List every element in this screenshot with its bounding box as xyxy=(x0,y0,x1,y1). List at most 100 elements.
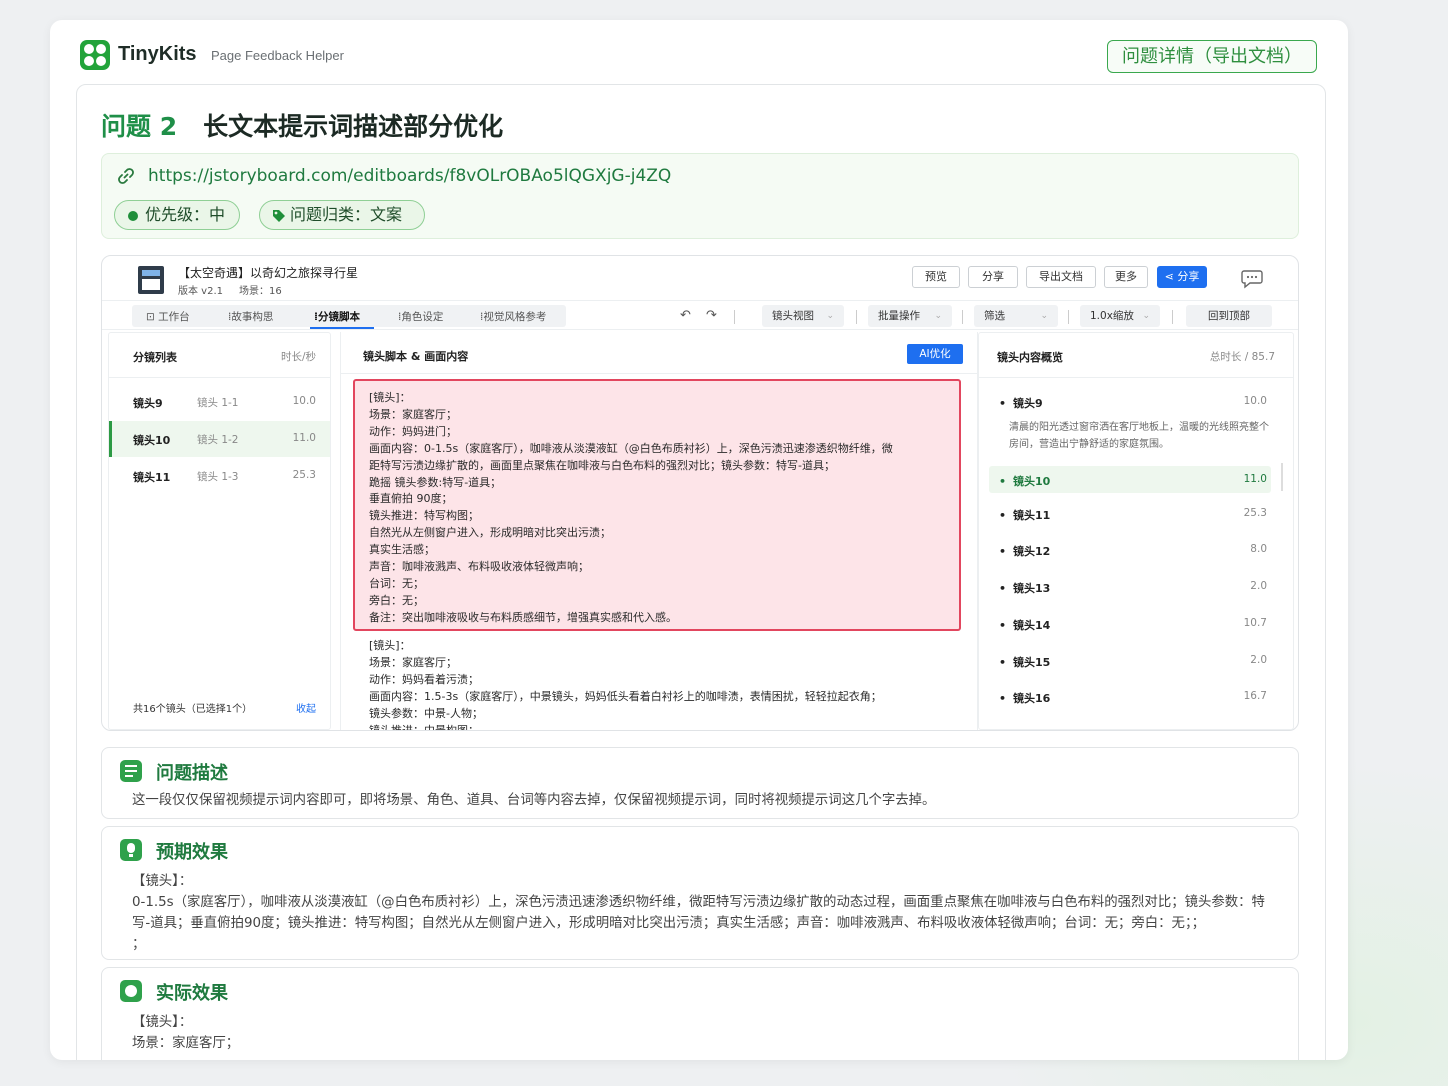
toolbar-divider xyxy=(734,310,735,324)
shot-list-row-selected[interactable]: 镜头10 镜头 1-2 11.0 xyxy=(109,421,330,457)
overview-item-name[interactable]: 镜头14 xyxy=(999,617,1050,633)
script-line: [镜头]： xyxy=(369,639,411,652)
expected-result-section: 预期效果 【镜头】： 0-1.5s（家庭客厅），咖啡液从淡漠液缸（@白色布质衬衫… xyxy=(101,826,1299,960)
target-icon xyxy=(120,980,142,1002)
undo-icon[interactable]: ↶ xyxy=(680,308,691,323)
divider xyxy=(979,377,1293,378)
script-line: 距特写污渍边缘扩散的，画面里点聚焦在咖啡液与白色布料的强烈对比；镜头参数：特写-… xyxy=(369,458,835,472)
tab-storyboard-label: 分镜脚本 xyxy=(318,311,360,323)
shot-row-index: 镜头 1-1 xyxy=(197,397,239,409)
shot-row-duration: 10.0 xyxy=(292,395,316,407)
overview-item-name[interactable]: 镜头15 xyxy=(999,654,1050,670)
overview-item-duration: 2.0 xyxy=(1250,580,1267,592)
overview-item-name[interactable]: 镜头13 xyxy=(999,580,1050,596)
project-scene-count: 场景：16 xyxy=(239,286,282,297)
overview-item-name[interactable]: 镜头16 xyxy=(999,690,1050,706)
overview-item-name[interactable]: 镜头10 xyxy=(999,473,1050,489)
more-button[interactable]: 更多 xyxy=(1104,266,1148,288)
shot-list-row[interactable]: 镜头9 镜头 1-1 10.0 xyxy=(109,384,330,420)
overview-item-duration: 8.0 xyxy=(1250,543,1267,555)
overview-item-duration: 11.0 xyxy=(1243,473,1267,485)
batch-operation-select[interactable]: 批量操作 ⌄ xyxy=(868,305,952,327)
actual-result-section: 实际效果 【镜头】： 场景：家庭客厅； xyxy=(101,967,1299,1060)
top-bar: TinyKits Page Feedback Helper 问题详情（导出文档） xyxy=(50,20,1348,84)
priority-dot-icon xyxy=(128,211,138,221)
tab-storyboard[interactable]: ⁞分镜脚本 xyxy=(314,309,360,324)
divider xyxy=(109,377,330,378)
ai-optimize-button[interactable]: AI优化 xyxy=(907,344,963,364)
project-meta: 版本 v2.1 场景：16 xyxy=(178,282,298,297)
script-line: 自然光从左侧窗户进入，形成明暗对比突出污渍； xyxy=(369,526,611,540)
shot-view-select[interactable]: 镜头视图 ⌄ xyxy=(762,305,844,327)
expected-result-body: 【镜头】： 0-1.5s（家庭客厅），咖啡液从淡漠液缸（@白色布质衬衫）上，深色… xyxy=(132,871,1272,955)
shot-count-summary: 共16个镜头（已选择1个） xyxy=(133,704,253,715)
project-version: 版本 v2.1 xyxy=(178,286,223,297)
share-primary-button[interactable]: ⋖ 分享 xyxy=(1157,266,1207,288)
script-line: 动作：妈妈进门； xyxy=(369,424,457,438)
tab-story[interactable]: ⁞故事构思 xyxy=(228,309,273,324)
tab-bar: ⊡ 工作台 ⁞故事构思 ⁞分镜脚本 ⁞角色设定 ⁞视觉风格参考 ↶ ↷ 镜头视图… xyxy=(102,300,1298,330)
shot-list-duration-header: 时长/秒 xyxy=(280,351,316,363)
tab-characters[interactable]: ⁞角色设定 xyxy=(398,309,443,324)
page-screenshot: 【太空奇遇】以奇幻之旅探寻行星 版本 v2.1 场景：16 预览 分享 导出文档 … xyxy=(101,255,1299,731)
script-panel-title: 镜头脚本 & 画面内容 xyxy=(363,350,469,363)
redo-icon[interactable]: ↷ xyxy=(706,308,717,323)
shot-overview-panel: 镜头内容概览 总时长 / 85.7 镜头9 10.0 清晨的阳光透过窗帘洒在客厅… xyxy=(978,332,1294,730)
shot-list-title: 分镜列表 xyxy=(133,351,177,364)
actual-result-body: 【镜头】： 场景：家庭客厅； xyxy=(132,1012,1272,1054)
chevron-down-icon: ⌄ xyxy=(934,311,942,321)
export-doc-button[interactable]: 导出文档 xyxy=(1026,266,1096,288)
tinykits-logo-icon xyxy=(80,40,110,70)
highlighted-script-block[interactable]: [镜头]： 场景：家庭客厅； 动作：妈妈进门； 画面内容：0-1.5s（家庭客厅… xyxy=(353,379,961,631)
shot-row-duration: 11.0 xyxy=(292,432,316,444)
actual-result-title: 实际效果 xyxy=(156,983,228,1004)
script-line: 镜头参数：中景-人物； xyxy=(369,706,483,720)
script-line: 垂直俯拍 90度； xyxy=(369,492,453,506)
script-line: 场景：家庭客厅； xyxy=(369,655,457,669)
back-to-top-button[interactable]: 回到顶部 xyxy=(1186,305,1272,327)
tab-visual-style[interactable]: ⁞视觉风格参考 xyxy=(480,309,546,324)
filter-select[interactable]: 筛选 ⌄ xyxy=(974,305,1058,327)
zoom-select[interactable]: 1.0x缩放 ⌄ xyxy=(1080,305,1160,327)
tag-icon xyxy=(273,210,285,222)
overview-item-duration: 25.3 xyxy=(1243,507,1267,519)
overview-item-name[interactable]: 镜头9 xyxy=(999,395,1043,411)
zoom-label: 1.0x缩放 xyxy=(1090,310,1134,322)
shot-row-name: 镜头11 xyxy=(133,471,171,484)
issue-detail-export-button[interactable]: 问题详情（导出文档） xyxy=(1107,40,1317,73)
overview-item-name[interactable]: 镜头11 xyxy=(999,507,1050,523)
chevron-down-icon: ⌄ xyxy=(1040,311,1048,321)
problem-description-body: 这一段仅仅保留视频提示词内容即可，即将场景、角色、道具、台词等内容去掉，仅保留视… xyxy=(132,793,936,808)
script-block[interactable]: [镜头]： 场景：家庭客厅； 动作：妈妈看着污渍； 画面内容：1.5-3s（家庭… xyxy=(369,638,959,730)
shot-list-row[interactable]: 镜头11 镜头 1-3 25.3 xyxy=(109,458,330,494)
issue-title-row: 问题 2 长文本提示词描述部分优化 xyxy=(101,107,503,143)
expected-line: 【镜头】： xyxy=(132,874,193,889)
batch-operation-label: 批量操作 xyxy=(878,310,920,322)
link-icon xyxy=(118,168,134,184)
chevron-down-icon: ⌄ xyxy=(826,311,834,321)
project-title: 【太空奇遇】以奇幻之旅探寻行星 xyxy=(178,266,359,280)
problem-description-title: 问题描述 xyxy=(156,763,228,784)
script-line: 镜头推进：特写构图； xyxy=(369,509,479,523)
comment-icon[interactable] xyxy=(1240,266,1264,290)
issue-meta-box: https://jstoryboard.com/editboards/f8vOL… xyxy=(101,153,1299,239)
document-list-icon xyxy=(120,760,142,782)
share-primary-label: 分享 xyxy=(1177,270,1200,283)
share-button[interactable]: 分享 xyxy=(968,266,1018,288)
script-line: 场景：家庭客厅； xyxy=(369,407,457,421)
script-line: 旁白：无； xyxy=(369,593,424,607)
script-line: 声音：咖啡液溅声、布料吸收液体轻微声响； xyxy=(369,560,589,574)
overview-item-duration: 10.7 xyxy=(1243,617,1267,629)
script-line: 画面内容：1.5-3s（家庭客厅），中景镜头，妈妈低头看着白衬衫上的咖啡渍，表情… xyxy=(369,689,882,703)
priority-label: 优先级：中 xyxy=(145,205,226,224)
scrollbar[interactable] xyxy=(1281,463,1283,491)
active-tab-indicator xyxy=(310,327,374,329)
toolbar-divider xyxy=(1068,310,1069,324)
category-badge: 问题归类：文案 xyxy=(259,200,425,230)
issue-url-link[interactable]: https://jstoryboard.com/editboards/f8vOL… xyxy=(148,166,671,186)
tab-workbench[interactable]: ⊡ 工作台 xyxy=(146,309,190,324)
collapse-link[interactable]: 收起 xyxy=(296,700,316,715)
overview-title: 镜头内容概览 xyxy=(997,351,1063,364)
overview-item-name[interactable]: 镜头12 xyxy=(999,543,1050,559)
preview-button[interactable]: 预览 xyxy=(912,266,960,288)
